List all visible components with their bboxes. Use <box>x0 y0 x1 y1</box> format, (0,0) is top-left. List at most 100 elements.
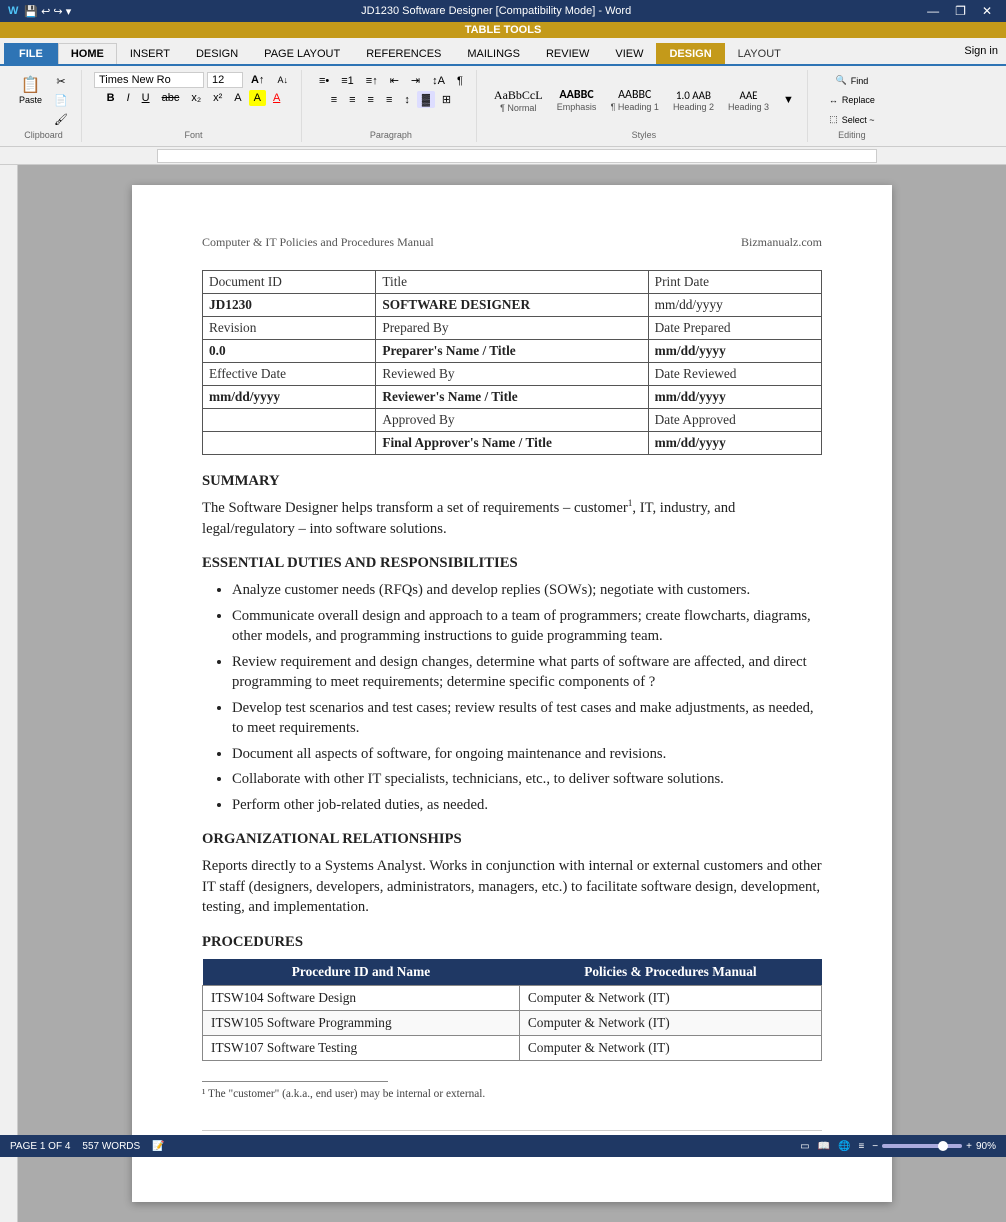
proc-row-1-manual: Computer & Network (IT) <box>519 985 821 1010</box>
table-row: ITSW107 Software Testing Computer & Netw… <box>203 1035 822 1060</box>
zoom-minus-button[interactable]: − <box>872 1141 878 1152</box>
tab-file[interactable]: FILE <box>4 43 58 64</box>
view-web-icon[interactable]: 🌐 <box>838 1141 850 1152</box>
increase-indent-button[interactable]: ⇥ <box>406 72 425 89</box>
status-bar-left: PAGE 1 OF 4 557 WORDS 📝 <box>10 1141 165 1152</box>
list-item: Document all aspects of software, for on… <box>232 744 822 765</box>
font-color-button[interactable]: A <box>268 90 285 106</box>
numbered-list-button[interactable]: ≡1 <box>336 72 359 89</box>
view-normal-icon[interactable]: ▭ <box>800 1141 809 1152</box>
close-button[interactable]: ✕ <box>976 4 998 18</box>
tab-page-layout[interactable]: PAGE LAYOUT <box>251 43 353 64</box>
font-controls: A↑ A↓ B I U abc x₂ x² A A A <box>94 72 293 128</box>
shrink-font-button[interactable]: A↓ <box>272 73 293 87</box>
restore-button[interactable]: ❐ <box>949 4 972 18</box>
style-heading1[interactable]: AABBC ¶ Heading 1 <box>606 85 664 115</box>
subscript-button[interactable]: x₂ <box>186 90 206 106</box>
strikethrough-button[interactable]: abc <box>157 90 185 106</box>
find-icon: 🔍 <box>836 75 847 86</box>
table-tools-bar: TABLE TOOLS <box>0 22 1006 38</box>
style-heading3[interactable]: AAE Heading 3 <box>723 86 774 115</box>
ribbon-content: 📋 Paste ✂ 📄 🖌 Clipboard A↑ <box>0 64 1006 146</box>
status-bar: PAGE 1 OF 4 557 WORDS 📝 ▭ 📖 🌐 ≡ − + 90% <box>0 1135 1006 1157</box>
format-painter-button[interactable]: 🖌 <box>49 111 73 128</box>
proc-row-1-name: ITSW104 Software Design <box>203 985 520 1010</box>
copy-button[interactable]: 📄 <box>49 92 73 109</box>
align-center-button[interactable]: ≡ <box>344 91 360 108</box>
align-buttons: ≡ ≡ ≡ ≡ ↕ ▓ ⊞ <box>326 91 456 108</box>
tab-insert[interactable]: INSERT <box>117 43 183 64</box>
clear-format-button[interactable]: A <box>229 90 246 106</box>
title-bar-title: JD1230 Software Designer [Compatibility … <box>71 5 921 17</box>
procedures-table: Procedure ID and Name Policies & Procedu… <box>202 959 822 1061</box>
select-icon: ⬚ <box>829 114 838 125</box>
tab-mailings[interactable]: MAILINGS <box>454 43 533 64</box>
table-row: JD1230 SOFTWARE DESIGNER mm/dd/yyyy <box>203 294 822 317</box>
bullet-list-button[interactable]: ≡• <box>314 72 334 89</box>
list-item: Communicate overall design and approach … <box>232 606 822 647</box>
table-row: Effective Date Reviewed By Date Reviewed <box>203 363 822 386</box>
editing-controls: 🔍 Find ↔ Replace ⬚ Select ~ <box>824 72 880 128</box>
style-normal[interactable]: AaBbCcL ¶ Normal <box>489 85 548 116</box>
decrease-indent-button[interactable]: ⇤ <box>385 72 404 89</box>
find-button[interactable]: 🔍 Find <box>831 72 874 89</box>
replace-icon: ↔ <box>829 95 838 105</box>
tab-view[interactable]: VIEW <box>602 43 656 64</box>
view-reading-icon[interactable]: 📖 <box>818 1141 830 1152</box>
replace-button[interactable]: ↔ Replace <box>824 92 880 108</box>
main-area: Computer & IT Policies and Procedures Ma… <box>0 165 1006 1222</box>
style-emphasis[interactable]: AABBC Emphasis <box>552 85 602 115</box>
font-size-input[interactable] <box>207 72 243 88</box>
proc-row-3-manual: Computer & Network (IT) <box>519 1035 821 1060</box>
list-item: Develop test scenarios and test cases; r… <box>232 698 822 739</box>
editing-label: Editing <box>838 128 866 140</box>
minimize-button[interactable]: — <box>921 4 945 18</box>
bold-button[interactable]: B <box>102 90 120 106</box>
styles-content: AaBbCcL ¶ Normal AABBC Emphasis AABBC ¶ … <box>489 72 799 128</box>
paste-icon: 📋 <box>21 76 41 95</box>
sort-button[interactable]: ↕A <box>427 72 450 89</box>
align-left-button[interactable]: ≡ <box>326 91 342 108</box>
view-outline-icon[interactable]: ≡ <box>858 1141 864 1152</box>
page: Computer & IT Policies and Procedures Ma… <box>132 185 892 1202</box>
zoom-plus-button[interactable]: + <box>966 1141 972 1152</box>
styles-buttons: AaBbCcL ¶ Normal AABBC Emphasis AABBC ¶ … <box>489 85 799 116</box>
align-right-button[interactable]: ≡ <box>363 91 379 108</box>
list-item: Analyze customer needs (RFQs) and develo… <box>232 580 822 601</box>
table-row: Document ID Title Print Date <box>203 271 822 294</box>
sign-in[interactable]: Sign in <box>794 45 1006 57</box>
font-name-input[interactable] <box>94 72 204 88</box>
borders-button[interactable]: ⊞ <box>437 91 456 108</box>
shading-button[interactable]: ▓ <box>417 91 435 108</box>
list-item: Review requirement and design changes, d… <box>232 652 822 693</box>
zoom-slider[interactable] <box>882 1144 962 1148</box>
tab-design[interactable]: DESIGN <box>183 43 251 64</box>
justify-button[interactable]: ≡ <box>381 91 397 108</box>
document-area: Computer & IT Policies and Procedures Ma… <box>18 165 1006 1222</box>
ruler-container <box>0 147 1006 165</box>
show-marks-button[interactable]: ¶ <box>452 72 468 89</box>
multilevel-list-button[interactable]: ≡↑ <box>361 72 383 89</box>
grow-font-button[interactable]: A↑ <box>246 72 269 88</box>
superscript-button[interactable]: x² <box>208 90 227 106</box>
font-group: A↑ A↓ B I U abc x₂ x² A A A Font <box>86 70 302 142</box>
tab-references[interactable]: REFERENCES <box>353 43 454 64</box>
paste-button[interactable]: 📋 Paste <box>14 73 47 128</box>
tab-table-layout[interactable]: LAYOUT <box>725 43 794 64</box>
tab-table-design[interactable]: DESIGN <box>656 43 724 64</box>
style-heading2[interactable]: 1.0 AAB Heading 2 <box>668 86 719 115</box>
paragraph-controls: ≡• ≡1 ≡↑ ⇤ ⇥ ↕A ¶ ≡ ≡ ≡ ≡ ↕ ▓ ⊞ <box>314 72 468 128</box>
language-icon: 📝 <box>152 1141 164 1152</box>
italic-button[interactable]: I <box>122 90 135 106</box>
page-header: Computer & IT Policies and Procedures Ma… <box>202 235 822 250</box>
tab-home[interactable]: HOME <box>58 43 117 64</box>
highlight-button[interactable]: A <box>249 90 266 106</box>
underline-button[interactable]: U <box>137 90 155 106</box>
line-spacing-button[interactable]: ↕ <box>399 91 415 108</box>
tab-review[interactable]: REVIEW <box>533 43 602 64</box>
status-bar-right: ▭ 📖 🌐 ≡ − + 90% <box>800 1141 996 1152</box>
proc-col-manual: Policies & Procedures Manual <box>519 959 821 986</box>
select-button[interactable]: ⬚ Select ~ <box>824 111 879 128</box>
styles-more-button[interactable]: ▼ <box>778 92 799 108</box>
cut-button[interactable]: ✂ <box>49 73 73 90</box>
